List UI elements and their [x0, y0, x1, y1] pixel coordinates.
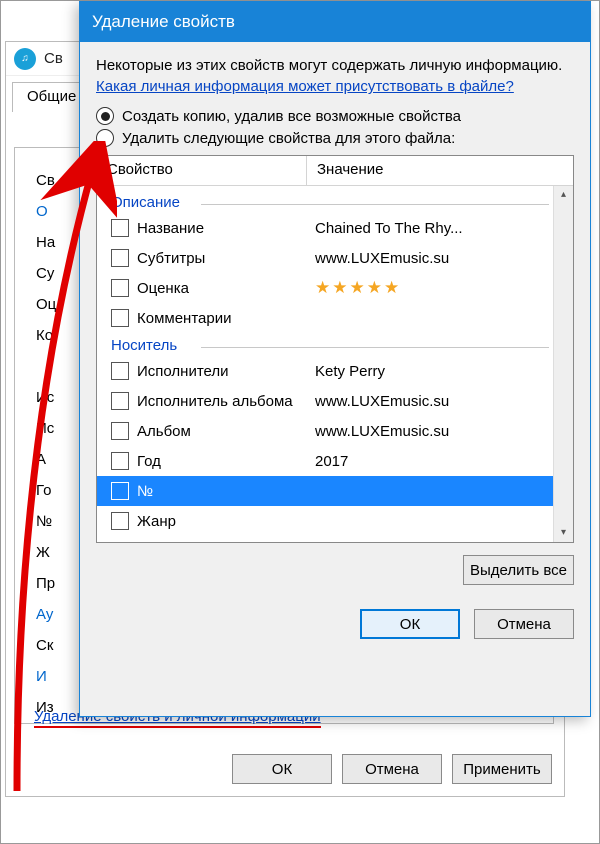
label: Су: [36, 265, 56, 288]
label: Ау: [36, 606, 56, 629]
label: Св: [36, 172, 56, 195]
label: №: [36, 513, 56, 536]
dialog-titlebar: Удаление свойств: [80, 2, 590, 42]
remove-properties-dialog: Удаление свойств Некоторые из этих свойс…: [79, 1, 591, 717]
select-all-row: Выделить все: [96, 555, 574, 585]
list-item[interactable]: Исполнитель альбома www.LUXEmusic.su: [97, 386, 573, 416]
apply-button[interactable]: Применить: [452, 754, 552, 784]
info-text: Некоторые из этих свойств могут содержат…: [96, 56, 574, 76]
prop-label: Год: [137, 453, 315, 470]
label: И: [36, 668, 56, 691]
dialog-button-row: ОК Отмена: [96, 609, 574, 639]
label: Ис: [36, 389, 56, 412]
cancel-button[interactable]: Отмена: [474, 609, 574, 639]
cancel-button[interactable]: Отмена: [342, 754, 442, 784]
prop-label: Исполнители: [137, 363, 315, 380]
prop-value: 2017: [315, 453, 573, 470]
group-media: Носитель: [97, 333, 573, 356]
label: [36, 358, 56, 381]
prop-label: Исполнитель альбома: [137, 393, 315, 410]
checkbox[interactable]: [111, 512, 129, 530]
checkbox[interactable]: [111, 249, 129, 267]
radio-remove-selected[interactable]: Удалить следующие свойства для этого фай…: [96, 129, 574, 147]
label: Ск: [36, 637, 56, 660]
checkbox[interactable]: [111, 452, 129, 470]
ok-button[interactable]: ОК: [360, 609, 460, 639]
checkbox[interactable]: [111, 362, 129, 380]
prop-label: Оценка: [137, 280, 315, 297]
prop-value: www.LUXEmusic.su: [315, 250, 573, 267]
prop-label: Комментарии: [137, 310, 315, 327]
list-item[interactable]: Жанр: [97, 506, 573, 536]
dialog-title: Удаление свойств: [92, 12, 235, 32]
radio-icon: [96, 129, 114, 147]
prop-value: ★★★★★: [315, 278, 573, 298]
prop-value: www.LUXEmusic.su: [315, 393, 573, 410]
label: Ис: [36, 420, 56, 443]
checkbox[interactable]: [111, 482, 129, 500]
properties-title: Св: [44, 50, 63, 67]
list-item[interactable]: Комментарии: [97, 303, 573, 333]
list-item[interactable]: Год 2017: [97, 446, 573, 476]
scrollbar[interactable]: [553, 186, 573, 542]
label: Ж: [36, 544, 56, 567]
properties-labels-column: Св О На Су Оц Ко Ис Ис А Го № Ж Пр Ау Ск…: [36, 172, 56, 722]
list-item[interactable]: Субтитры www.LUXEmusic.su: [97, 243, 573, 273]
ok-button[interactable]: ОК: [232, 754, 332, 784]
properties-button-row: ОК Отмена Применить: [232, 754, 552, 784]
prop-value: Chained To The Rhy...: [315, 220, 573, 237]
properties-listview: Свойство Значение Описание Название Chai…: [96, 155, 574, 543]
label: Пр: [36, 575, 56, 598]
listview-body: Описание Название Chained To The Rhy... …: [97, 186, 573, 542]
label: Ко: [36, 327, 56, 350]
radio-create-copy[interactable]: Создать копию, удалив все возможные свой…: [96, 107, 574, 125]
prop-value: www.LUXEmusic.su: [315, 423, 573, 440]
list-item[interactable]: Альбом www.LUXEmusic.su: [97, 416, 573, 446]
list-item[interactable]: Оценка ★★★★★: [97, 273, 573, 303]
list-item[interactable]: Исполнители Kety Perry: [97, 356, 573, 386]
checkbox[interactable]: [111, 422, 129, 440]
prop-label: Субтитры: [137, 250, 315, 267]
listview-header: Свойство Значение: [97, 156, 573, 186]
info-link[interactable]: Какая личная информация может присутство…: [96, 78, 574, 95]
checkbox[interactable]: [111, 219, 129, 237]
header-property[interactable]: Свойство: [97, 156, 307, 185]
app-icon: ♫: [14, 48, 36, 70]
radio-label: Создать копию, удалив все возможные свой…: [122, 108, 461, 125]
list-item[interactable]: №: [97, 476, 573, 506]
dialog-body: Некоторые из этих свойств могут содержат…: [80, 42, 590, 651]
prop-label: Альбом: [137, 423, 315, 440]
select-all-button[interactable]: Выделить все: [463, 555, 574, 585]
prop-label: №: [137, 483, 315, 500]
prop-label: Жанр: [137, 513, 315, 530]
checkbox[interactable]: [111, 309, 129, 327]
list-item[interactable]: Название Chained To The Rhy...: [97, 213, 573, 243]
prop-value: Kety Perry: [315, 363, 573, 380]
radio-icon: [96, 107, 114, 125]
header-value[interactable]: Значение: [307, 156, 573, 185]
label: На: [36, 234, 56, 257]
label: Оц: [36, 296, 56, 319]
label: О: [36, 203, 56, 226]
label: Го: [36, 482, 56, 505]
group-description: Описание: [97, 190, 573, 213]
radio-label: Удалить следующие свойства для этого фай…: [122, 130, 455, 147]
checkbox[interactable]: [111, 392, 129, 410]
prop-label: Название: [137, 220, 315, 237]
checkbox[interactable]: [111, 279, 129, 297]
label: А: [36, 451, 56, 474]
